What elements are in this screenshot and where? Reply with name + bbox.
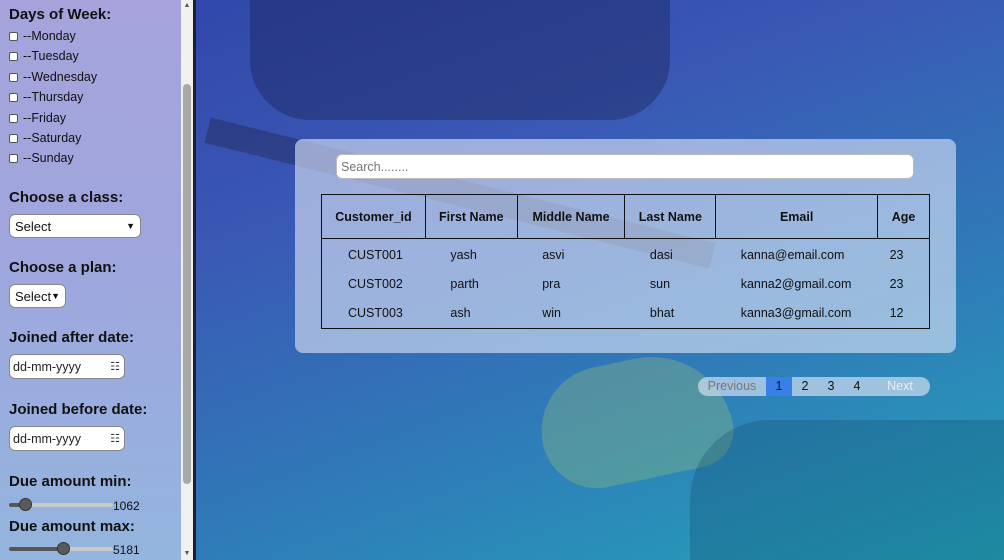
day-label: --Tuesday [23, 49, 79, 63]
checkbox[interactable] [9, 51, 18, 61]
choose-class-title: Choose a class: [9, 189, 124, 206]
due-amount-max-title: Due amount max: [9, 518, 135, 535]
cell-age: 12 [889, 306, 904, 321]
cell-first-name: parth [450, 276, 479, 291]
cell-first-name: yash [450, 247, 477, 262]
day-checkbox-thursday[interactable]: --Thursday [9, 89, 83, 105]
joined-before-date-input[interactable]: dd-mm-yyyy ☷ [9, 426, 125, 451]
day-checkbox-wednesday[interactable]: --Wednesday [9, 69, 97, 85]
cell-customer-id: CUST002 [348, 276, 403, 291]
checkbox[interactable] [9, 72, 18, 82]
previous-page-button[interactable]: Previous [698, 377, 766, 396]
day-label: --Thursday [23, 90, 84, 104]
day-checkbox-friday[interactable]: --Friday [9, 110, 66, 126]
cell-email: kanna3@gmail.com [740, 306, 852, 321]
page-button-1[interactable]: 1 [766, 377, 792, 396]
table-row[interactable]: CUST002 parth pra sun kanna2@gmail.com 2… [322, 269, 930, 299]
due-amount-max-slider[interactable] [9, 542, 113, 555]
joined-after-date-input[interactable]: dd-mm-yyyy ☷ [9, 354, 125, 379]
cell-last-name: dasi [649, 247, 673, 262]
table-row[interactable]: CUST003 ash win bhat kanna3@gmail.com 12 [322, 299, 930, 329]
cell-age: 23 [889, 276, 904, 291]
checkbox[interactable] [9, 133, 18, 143]
checkbox[interactable] [9, 31, 18, 41]
day-checkbox-saturday[interactable]: --Saturday [9, 130, 81, 146]
column-header[interactable]: Last Name [624, 194, 717, 239]
day-label: --Saturday [23, 131, 82, 145]
day-checkbox-monday[interactable]: --Monday [9, 28, 76, 44]
day-checkbox-sunday[interactable]: --Sunday [9, 150, 74, 166]
slider-handle[interactable] [19, 498, 32, 511]
cell-first-name: ash [450, 306, 471, 321]
scroll-up-icon[interactable]: ▲ [181, 0, 193, 12]
column-header[interactable]: Email [715, 194, 879, 239]
sidebar-scrollbar[interactable]: ▲ ▼ [181, 0, 193, 560]
choose-plan-title: Choose a plan: [9, 259, 117, 276]
date-placeholder: dd-mm-yyyy [13, 431, 82, 446]
cell-middle-name: win [542, 306, 561, 321]
column-header[interactable]: Age [877, 194, 930, 239]
cell-last-name: sun [649, 276, 671, 291]
page-button-2[interactable]: 2 [792, 377, 818, 396]
day-label: --Wednesday [23, 70, 98, 84]
joined-after-title: Joined after date: [9, 329, 135, 346]
day-label: --Friday [23, 111, 67, 125]
calendar-icon[interactable]: ☷ [110, 360, 120, 373]
due-amount-min-title: Due amount min: [9, 473, 132, 490]
day-checkbox-tuesday[interactable]: --Tuesday [9, 48, 79, 64]
cell-email: kanna@email.com [740, 247, 845, 262]
scroll-down-icon[interactable]: ▼ [181, 548, 193, 560]
days-of-week-title: Days of Week: [9, 6, 112, 23]
plan-select-value: Select [15, 288, 52, 304]
checkbox[interactable] [9, 113, 18, 123]
cell-customer-id: CUST003 [348, 306, 403, 321]
due-amount-min-slider[interactable] [9, 498, 113, 511]
search-input[interactable] [336, 154, 914, 179]
column-header[interactable]: Middle Name [516, 194, 626, 239]
column-header[interactable]: First Name [424, 194, 518, 239]
slider-handle[interactable] [57, 542, 70, 555]
checkbox[interactable] [9, 153, 18, 163]
table-row[interactable]: CUST001 yash asvi dasi kanna@email.com 2… [322, 239, 930, 269]
calendar-icon[interactable]: ☷ [110, 432, 120, 445]
page-button-3[interactable]: 3 [818, 377, 844, 396]
customer-table: Customer_id First Name Middle Name Last … [321, 194, 930, 329]
cell-last-name: bhat [649, 306, 675, 321]
cell-age: 23 [889, 247, 904, 262]
cell-middle-name: asvi [542, 247, 565, 262]
chevron-down-icon: ▼ [126, 221, 135, 231]
plan-select[interactable]: Select ▼ [9, 284, 66, 308]
slider-fill [9, 547, 63, 551]
chevron-down-icon: ▼ [51, 291, 61, 301]
page-button-4[interactable]: 4 [844, 377, 870, 396]
due-amount-min-value: 1062 [113, 499, 140, 513]
checkbox[interactable] [9, 92, 18, 102]
due-amount-max-value: 5181 [113, 543, 140, 557]
day-label: --Monday [23, 29, 76, 43]
joined-before-title: Joined before date: [9, 401, 148, 418]
day-label: --Sunday [23, 151, 74, 165]
filter-sidebar: Days of Week: --Monday --Tuesday --Wedne… [0, 0, 196, 560]
date-placeholder: dd-mm-yyyy [13, 359, 82, 374]
cell-middle-name: pra [542, 276, 561, 291]
class-select[interactable]: Select ▼ [9, 214, 141, 238]
scrollbar-thumb[interactable] [183, 84, 191, 484]
table-header-row: Customer_id First Name Middle Name Last … [321, 194, 930, 239]
next-page-button[interactable]: Next [870, 377, 930, 396]
cell-email: kanna2@gmail.com [740, 276, 852, 291]
customer-table-panel: Customer_id First Name Middle Name Last … [295, 139, 956, 353]
class-select-value: Select [15, 218, 52, 234]
column-header[interactable]: Customer_id [321, 194, 426, 239]
cell-customer-id: CUST001 [348, 247, 403, 262]
pagination: Previous 1 2 3 4 Next [698, 377, 930, 396]
